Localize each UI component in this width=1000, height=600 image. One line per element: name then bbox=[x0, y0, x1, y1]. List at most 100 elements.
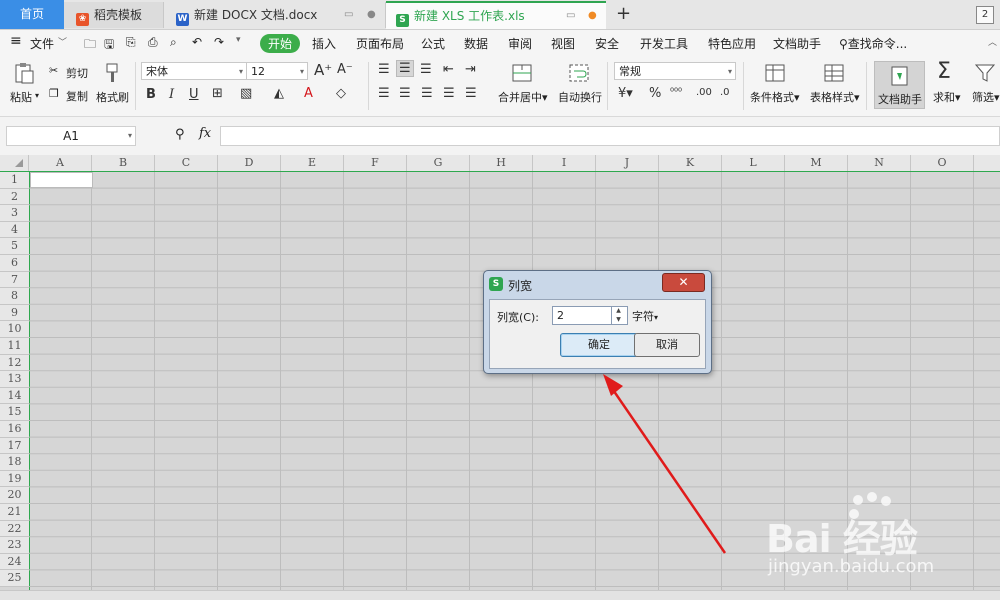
menu-review[interactable]: 审阅 bbox=[508, 35, 532, 52]
row-header-19[interactable]: 19 bbox=[0, 470, 29, 488]
menu-data[interactable]: 数据 bbox=[464, 35, 488, 52]
menu-page-layout[interactable]: 页面布局 bbox=[356, 35, 404, 52]
merge-center-icon[interactable] bbox=[511, 62, 533, 84]
paste-button[interactable]: 粘贴 bbox=[10, 89, 32, 105]
row-header-15[interactable]: 15 bbox=[0, 404, 29, 421]
copy-button[interactable]: 复制 bbox=[66, 88, 88, 104]
row-header-20[interactable]: 20 bbox=[0, 487, 29, 504]
menu-security[interactable]: 安全 bbox=[595, 35, 619, 52]
column-header-i[interactable]: I bbox=[533, 155, 596, 171]
thousands-icon[interactable]: ⁰⁰⁰ bbox=[670, 87, 682, 98]
row-header-7[interactable]: 7 bbox=[0, 271, 29, 289]
number-format-select[interactable]: 常规 ▾ bbox=[614, 62, 736, 80]
conditional-format-icon[interactable] bbox=[764, 62, 786, 84]
row-header-3[interactable]: 3 bbox=[0, 205, 29, 222]
monitor-icon[interactable]: ▭ bbox=[566, 3, 575, 29]
table-style-icon[interactable] bbox=[823, 62, 845, 84]
bold-icon[interactable]: B bbox=[146, 87, 156, 102]
align-top-icon[interactable]: ☰ bbox=[378, 62, 390, 77]
distributed-icon[interactable]: ☰ bbox=[465, 86, 477, 101]
tab-docx[interactable]: W 新建 DOCX 文档.docx ▭ ● bbox=[164, 2, 386, 28]
align-center-icon[interactable]: ☰ bbox=[399, 86, 411, 101]
row-header-14[interactable]: 14 bbox=[0, 387, 29, 405]
row-header-6[interactable]: 6 bbox=[0, 255, 29, 272]
menu-file[interactable]: 文件 bbox=[30, 35, 54, 52]
row-header-22[interactable]: 22 bbox=[0, 520, 29, 538]
row-header-17[interactable]: 17 bbox=[0, 437, 29, 455]
row-header-23[interactable]: 23 bbox=[0, 537, 29, 554]
justify-icon[interactable]: ☰ bbox=[443, 86, 455, 101]
window-count-badge[interactable]: 2 bbox=[976, 6, 994, 24]
sum-icon[interactable]: Σ bbox=[937, 59, 951, 84]
align-middle-icon[interactable]: ☰ bbox=[396, 60, 414, 77]
menu-special[interactable]: 特色应用 bbox=[708, 35, 756, 52]
conditional-format-button[interactable]: 条件格式▾ bbox=[750, 89, 800, 105]
fx-icon[interactable]: fx bbox=[199, 126, 211, 141]
select-all-corner[interactable] bbox=[0, 155, 29, 171]
row-header-2[interactable]: 2 bbox=[0, 188, 29, 206]
hamburger-icon[interactable]: ≡ bbox=[10, 33, 22, 49]
column-header-m[interactable]: M bbox=[785, 155, 848, 171]
column-header-n[interactable]: N bbox=[848, 155, 911, 171]
row-header-16[interactable]: 16 bbox=[0, 421, 29, 438]
active-cell-a1[interactable] bbox=[30, 172, 93, 188]
font-color-icon[interactable]: A bbox=[304, 86, 313, 101]
menu-view[interactable]: 视图 bbox=[551, 35, 575, 52]
zoom-icon[interactable]: ⚲ bbox=[175, 127, 185, 142]
monitor-icon[interactable]: ▭ bbox=[344, 2, 353, 28]
tab-xls-active[interactable]: S 新建 XLS 工作表.xls ▭ ● bbox=[386, 1, 606, 29]
font-size-select[interactable]: 12 ▾ bbox=[246, 62, 308, 80]
menu-insert[interactable]: 插入 bbox=[312, 35, 336, 52]
tab-home[interactable]: 首页 bbox=[0, 0, 64, 29]
dialog-titlebar[interactable]: S 列宽 ✕ bbox=[484, 271, 711, 297]
row-header-12[interactable]: 12 bbox=[0, 354, 29, 372]
cut-button[interactable]: 剪切 bbox=[66, 65, 88, 81]
column-header-d[interactable]: D bbox=[218, 155, 281, 171]
column-header-j[interactable]: J bbox=[596, 155, 659, 171]
name-box[interactable]: A1 ▾ bbox=[6, 126, 136, 146]
font-name-select[interactable]: 宋体 ▾ bbox=[141, 62, 247, 80]
filter-icon[interactable] bbox=[974, 62, 996, 84]
close-button[interactable]: ✕ bbox=[662, 273, 705, 292]
ok-button[interactable]: 确定 bbox=[560, 333, 638, 357]
row-header-18[interactable]: 18 bbox=[0, 454, 29, 471]
collapse-ribbon-icon[interactable]: ︿ bbox=[988, 35, 997, 48]
column-header-e[interactable]: E bbox=[281, 155, 344, 171]
export-icon[interactable]: ⎘ bbox=[126, 35, 136, 50]
column-header-h[interactable]: H bbox=[470, 155, 533, 171]
undo-icon[interactable]: ↶ bbox=[192, 35, 202, 49]
percent-icon[interactable]: % bbox=[649, 86, 661, 101]
formula-input[interactable] bbox=[220, 126, 1000, 146]
column-header-c[interactable]: C bbox=[155, 155, 218, 171]
filter-button[interactable]: 筛选▾ bbox=[972, 89, 1000, 105]
menu-developer[interactable]: 开发工具 bbox=[640, 35, 688, 52]
align-right-icon[interactable]: ☰ bbox=[421, 86, 433, 101]
column-header-b[interactable]: B bbox=[92, 155, 155, 171]
row-header-5[interactable]: 5 bbox=[0, 238, 29, 255]
increase-indent-icon[interactable]: ⇥ bbox=[465, 62, 476, 77]
column-header-o[interactable]: O bbox=[911, 155, 974, 171]
menu-formulas[interactable]: 公式 bbox=[421, 35, 445, 52]
underline-icon[interactable]: U bbox=[189, 87, 199, 102]
tab-daoke-template[interactable]: ❀ 稻壳模板 bbox=[64, 2, 164, 28]
table-style-button[interactable]: 表格样式▾ bbox=[810, 89, 860, 105]
increase-decimal-icon[interactable]: .00 bbox=[696, 87, 712, 98]
increase-font-icon[interactable]: A⁺ bbox=[314, 61, 332, 79]
quick-access-dropdown-icon[interactable]: ▾ bbox=[236, 35, 241, 45]
close-dot-icon[interactable]: ● bbox=[367, 2, 376, 28]
merge-center-button[interactable]: 合并居中▾ bbox=[498, 89, 548, 105]
paste-dropdown-icon[interactable]: ▾ bbox=[35, 91, 39, 100]
row-header-8[interactable]: 8 bbox=[0, 288, 29, 305]
borders-icon[interactable]: ⊞ bbox=[212, 86, 223, 101]
format-painter-button[interactable]: 格式刷 bbox=[96, 89, 129, 105]
redo-icon[interactable]: ↷ bbox=[214, 35, 224, 49]
column-width-spinner[interactable]: ▲ ▼ bbox=[611, 306, 625, 325]
column-header-k[interactable]: K bbox=[659, 155, 722, 171]
row-header-10[interactable]: 10 bbox=[0, 321, 29, 338]
column-header-a[interactable]: A bbox=[29, 155, 92, 171]
wrap-text-button[interactable]: 自动换行 bbox=[558, 89, 602, 105]
cancel-button[interactable]: 取消 bbox=[634, 333, 700, 357]
decrease-indent-icon[interactable]: ⇤ bbox=[443, 62, 454, 77]
column-header-f[interactable]: F bbox=[344, 155, 407, 171]
row-header-21[interactable]: 21 bbox=[0, 504, 29, 521]
